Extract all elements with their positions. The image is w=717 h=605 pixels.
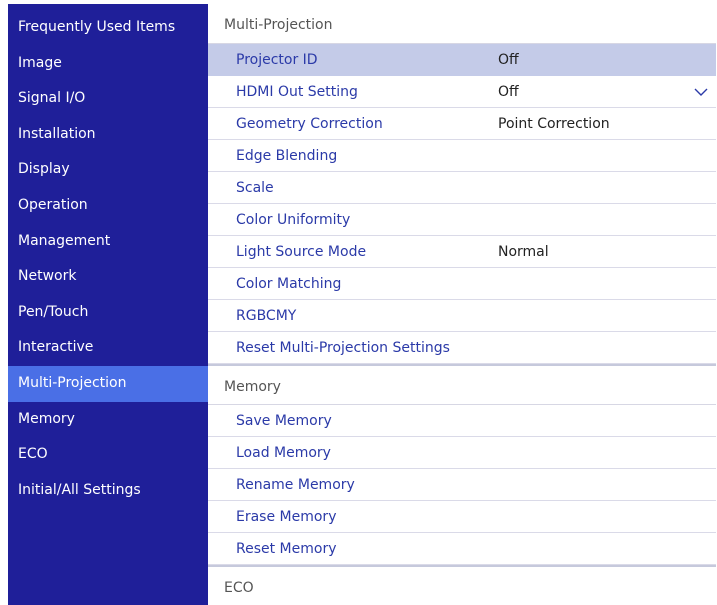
sidebar-item-interactive[interactable]: Interactive	[8, 330, 208, 366]
sidebar-item-network[interactable]: Network	[8, 259, 208, 295]
sidebar: Frequently Used Items Image Signal I/O I…	[8, 4, 208, 605]
menu-row-edge-blending[interactable]: Edge Blending	[208, 140, 716, 172]
row-label: RGBCMY	[236, 307, 297, 324]
row-label: Light Source Mode	[236, 243, 367, 260]
row-label: Reset Memory	[236, 540, 337, 557]
sidebar-item-installation[interactable]: Installation	[8, 117, 208, 153]
menu-row-reset-memory[interactable]: Reset Memory	[208, 533, 716, 565]
row-value: Normal	[498, 243, 549, 260]
row-label: Reset Multi-Projection Settings	[236, 339, 450, 356]
row-value: Off	[498, 83, 519, 100]
row-label: Edge Blending	[236, 147, 338, 164]
menu-row-scale[interactable]: Scale	[208, 172, 716, 204]
menu-row-light-source-mode[interactable]: Light Source Mode Normal	[208, 236, 716, 268]
row-label: HDMI Out Setting	[236, 83, 358, 100]
sidebar-item-frequently-used-items[interactable]: Frequently Used Items	[8, 10, 208, 46]
row-label: Load Memory	[236, 444, 331, 461]
menu-row-projector-id[interactable]: Projector ID Off	[208, 44, 716, 76]
menu-row-hdmi-out-setting[interactable]: HDMI Out Setting Off	[208, 76, 716, 108]
sidebar-item-memory[interactable]: Memory	[8, 402, 208, 438]
row-label: Color Matching	[236, 275, 342, 292]
settings-panel: Multi-Projection Projector ID Off HDMI O…	[208, 4, 716, 605]
menu-row-save-memory[interactable]: Save Memory	[208, 405, 716, 437]
row-label: Geometry Correction	[236, 115, 383, 132]
sidebar-item-operation[interactable]: Operation	[8, 188, 208, 224]
section-header-memory: Memory	[208, 364, 716, 405]
sidebar-item-initial-all-settings[interactable]: Initial/All Settings	[8, 473, 208, 509]
menu-row-geometry-correction[interactable]: Geometry Correction Point Correction	[208, 108, 716, 140]
section-header-eco: ECO	[208, 565, 716, 605]
row-label: Erase Memory	[236, 508, 337, 525]
sidebar-item-management[interactable]: Management	[8, 224, 208, 260]
section-header-multi-projection: Multi-Projection	[208, 4, 716, 44]
projector-menu-screen: Frequently Used Items Image Signal I/O I…	[8, 4, 716, 605]
sidebar-item-signal-io[interactable]: Signal I/O	[8, 81, 208, 117]
row-value: Off	[498, 51, 519, 68]
menu-row-erase-memory[interactable]: Erase Memory	[208, 501, 716, 533]
row-label: Color Uniformity	[236, 211, 351, 228]
menu-row-color-uniformity[interactable]: Color Uniformity	[208, 204, 716, 236]
row-label: Scale	[236, 179, 274, 196]
row-value: Point Correction	[498, 115, 610, 132]
sidebar-item-multi-projection[interactable]: Multi-Projection	[8, 365, 208, 402]
row-label: Save Memory	[236, 412, 332, 429]
row-label: Rename Memory	[236, 476, 355, 493]
row-label: Projector ID	[236, 51, 318, 68]
menu-row-rename-memory[interactable]: Rename Memory	[208, 469, 716, 501]
menu-row-reset-multi-projection-settings[interactable]: Reset Multi-Projection Settings	[208, 332, 716, 364]
chevron-down-icon[interactable]	[694, 85, 708, 99]
sidebar-item-image[interactable]: Image	[8, 46, 208, 82]
menu-row-load-memory[interactable]: Load Memory	[208, 437, 716, 469]
sidebar-item-pen-touch[interactable]: Pen/Touch	[8, 295, 208, 331]
menu-row-rgbcmy[interactable]: RGBCMY	[208, 300, 716, 332]
menu-row-color-matching[interactable]: Color Matching	[208, 268, 716, 300]
sidebar-item-eco[interactable]: ECO	[8, 437, 208, 473]
sidebar-item-display[interactable]: Display	[8, 152, 208, 188]
